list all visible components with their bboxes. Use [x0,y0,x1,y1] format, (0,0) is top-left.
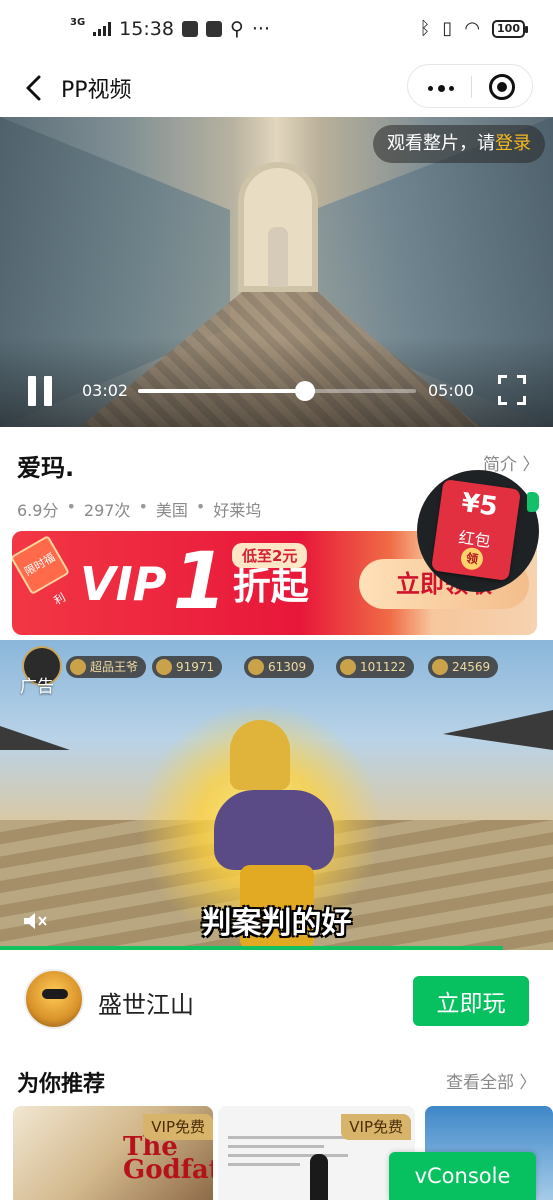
close-mini-program-icon[interactable] [489,74,515,100]
app-avatar-sunglasses [42,989,68,999]
red-packet-green-edge [527,492,539,512]
video-meta: 6.9分 • 297次 • 美国 • 好莱坞 [17,497,261,521]
wifi-icon: ◠ [464,18,481,39]
status-bar: 3G 15:38 ⚲ ··· ᛒ ▯ ◠ 100 [0,0,553,60]
total-time: 05:00 [428,381,475,400]
notification-icon [181,21,198,37]
red-packet-icon[interactable]: ¥5 红包 领 [430,479,522,581]
ad-frame-character-body [214,790,334,870]
ad-progress-bar [0,946,504,950]
fullscreen-icon[interactable] [498,375,526,405]
mini-program-capsule [407,64,533,108]
game-hud-stat: 61309 [244,656,315,678]
bluetooth-icon: ᛒ [419,18,431,39]
vconsole-button[interactable]: vConsole [389,1152,536,1200]
video-progress-fill [138,389,305,393]
red-packet-amount: ¥5 [459,487,500,523]
vip-lowest-price: 低至2元 [232,543,308,568]
meta-separator: • [195,497,206,516]
login-link[interactable]: 登录 [495,133,531,154]
current-time: 03:02 [82,381,129,400]
vip-free-badge: VIP免费 [143,1114,213,1140]
vip-discount-text: 折起 [232,564,309,609]
nav-bar: PP视频 [0,60,553,116]
game-hud-stat: 91971 [152,656,223,678]
game-hud-stat: 101122 [336,656,414,678]
capsule-divider [471,76,472,98]
game-title-hud: 超品王爷 [66,656,147,678]
status-time: 15:38 [119,18,174,40]
ad-label: 广告 [20,677,54,697]
usb-icon: ⚲ [229,18,244,40]
ad-frame-character-head [230,720,290,790]
video-source: 好莱坞 [213,501,262,520]
game-hud-stat: 24569 [428,656,499,678]
video-frame-figure [268,227,288,287]
app-avatar[interactable] [24,969,84,1029]
status-more: ··· [251,18,270,40]
vibrate-icon: ▯ [442,18,453,39]
video-player[interactable]: 观看整片，请登录 03:02 05:00 [0,117,553,427]
nav-title: PP视频 [61,78,132,103]
video-plays: 297次 [83,501,131,520]
recommend-card[interactable]: VIP免费 [218,1106,415,1200]
limited-offer-tag: 限时福利 [12,534,71,608]
login-prompt-text: 观看整片，请 [387,133,495,154]
view-all-link[interactable]: 查看全部 〉 [446,1068,536,1093]
video-region: 美国 [155,501,188,520]
ad-frame-roof-right [443,710,553,750]
poster-text-lines [228,1136,348,1172]
back-arrow-icon[interactable] [20,70,50,106]
ad-subtitle: 判案判的好 [201,906,352,941]
ad-video[interactable]: 超品王爷 91971 61309 101122 24569 广告 判案判的好 [0,640,553,950]
pause-icon[interactable] [28,376,54,406]
video-title: 爱玛. [17,454,75,482]
video-score: 6.9分 [17,501,59,520]
recommend-card[interactable]: The Godfather VIP免费 [13,1106,213,1200]
signal-icon [93,22,112,36]
meta-separator: • [66,497,76,516]
video-progress-knob[interactable] [294,381,315,401]
vip-text: VIP [80,557,167,612]
video-progress-bar[interactable] [138,381,416,401]
login-prompt[interactable]: 观看整片，请登录 [373,125,545,163]
app-badge-icon [205,21,222,37]
network-type: 3G [70,17,86,28]
vip-discount-number: 1 [172,537,227,627]
ad-frame-roof-left [0,726,70,750]
play-now-button[interactable]: 立即玩 [413,976,529,1026]
more-icon[interactable] [428,84,454,92]
poster-title: The Godfather [123,1132,213,1186]
meta-separator: • [138,497,148,516]
battery-icon: 100 [492,19,528,38]
poster-figure [310,1154,328,1200]
vip-free-badge: VIP免费 [341,1114,411,1140]
recommend-title: 为你推荐 [17,1072,106,1097]
status-left: 3G 15:38 ⚲ ··· [70,17,270,41]
status-right: ᛒ ▯ ◠ 100 [419,18,528,39]
app-name[interactable]: 盛世江山 [98,985,194,1020]
